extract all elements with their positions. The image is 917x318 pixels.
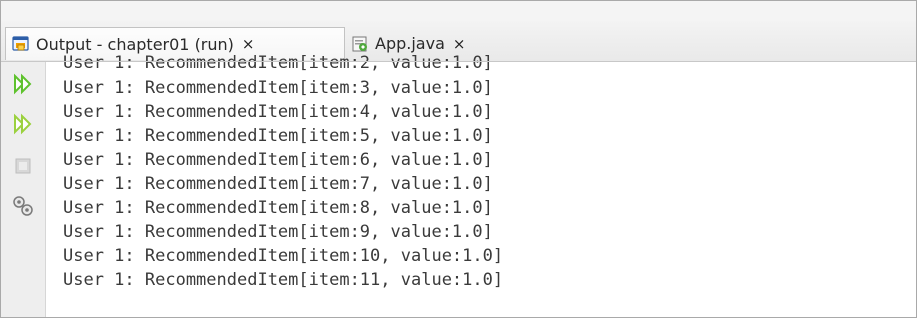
output-line: User 1: RecommendedItem[item:10, value:1… — [63, 246, 504, 266]
output-window-icon — [12, 35, 30, 53]
output-line: User 1: RecommendedItem[item:11, value:1… — [63, 270, 504, 290]
output-line: User 1: RecommendedItem[item:6, value:1.… — [63, 150, 493, 170]
output-line: User 1: RecommendedItem[item:7, value:1.… — [63, 174, 493, 194]
window-top-strip — [1, 1, 916, 21]
tab-app-java-close-icon[interactable]: × — [453, 35, 466, 53]
output-line: User 1: RecommendedItem[item:8, value:1.… — [63, 198, 493, 218]
output-console[interactable]: User 1: RecommendedItem[item:2, value:1.… — [53, 51, 913, 317]
stop-icon[interactable] — [11, 154, 35, 178]
output-line: User 1: RecommendedItem[item:3, value:1.… — [63, 78, 493, 98]
output-window: Output - chapter01 (run) × App.java × Us… — [0, 0, 917, 318]
rerun-with-args-icon[interactable] — [11, 112, 35, 136]
output-toolbar — [1, 62, 46, 317]
settings-icon[interactable] — [11, 194, 35, 218]
output-line: User 1: RecommendedItem[item:5, value:1.… — [63, 126, 493, 146]
java-file-icon — [351, 35, 369, 53]
rerun-icon[interactable] — [11, 72, 35, 96]
output-line: User 1: RecommendedItem[item:9, value:1.… — [63, 222, 493, 242]
output-line: User 1: RecommendedItem[item:4, value:1.… — [63, 102, 493, 122]
output-line: User 1: RecommendedItem[item:2, value:1.… — [63, 53, 493, 73]
